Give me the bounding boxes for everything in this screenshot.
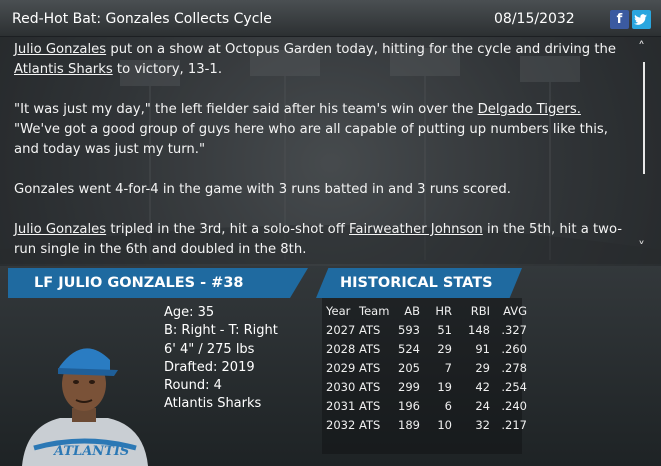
column-header: Year: [326, 303, 351, 318]
opponent-team-link[interactable]: Delgado Tigers.: [478, 102, 581, 117]
article-date: 08/15/2032: [494, 11, 575, 27]
player-drafted: Drafted: 2019: [164, 359, 255, 375]
cell-hr: 10: [437, 417, 452, 432]
facebook-share-icon[interactable]: f: [610, 10, 629, 29]
scrollbar-thumb[interactable]: [643, 62, 645, 174]
cell-year: 2031: [326, 398, 356, 413]
cell-year: 2029: [326, 360, 356, 375]
cell-avg: .217: [501, 417, 527, 432]
player-bats-throws: B: Right - T: Right: [164, 323, 278, 339]
pitcher-link[interactable]: Fairweather Johnson: [349, 222, 483, 237]
cell-year: 2030: [326, 379, 356, 394]
cell-avg: .278: [501, 360, 527, 375]
cell-ab: 205: [398, 360, 420, 375]
cell-team: ATS: [359, 379, 381, 394]
cell-ab: 189: [398, 417, 420, 432]
article-title: Red-Hot Bat: Gonzales Collects Cycle: [12, 11, 272, 27]
cell-avg: .254: [501, 379, 527, 394]
article-paragraph-1: Julio Gonzales put on a show at Octopus …: [14, 42, 616, 77]
table-row: 2027 ATS 593 51 148 .327: [326, 320, 527, 339]
player-avatar: ATLANTIS: [22, 348, 148, 466]
cell-team: ATS: [359, 341, 381, 356]
cell-rbi: 29: [475, 360, 490, 375]
table-row: 2030 ATS 299 19 42 .254: [326, 377, 527, 396]
player-age: Age: 35: [164, 305, 215, 320]
cell-year: 2027: [326, 322, 356, 337]
cell-hr: 19: [437, 379, 452, 394]
cell-team: ATS: [359, 322, 381, 337]
cell-avg: .260: [501, 341, 527, 356]
column-header: HR: [435, 303, 452, 318]
cell-avg: .327: [501, 322, 527, 337]
cell-hr: 51: [437, 322, 452, 337]
cell-ab: 196: [398, 398, 420, 413]
article-paragraph-4: Julio Gonzales tripled in the 3rd, hit a…: [14, 222, 623, 257]
column-header: AB: [404, 303, 420, 318]
player-banner: LF JULIO GONZALES - #38: [8, 268, 308, 298]
column-header: Team: [359, 303, 390, 318]
scroll-down-icon[interactable]: ˅: [638, 240, 645, 256]
cell-avg: .240: [501, 398, 527, 413]
twitter-bird-icon: [634, 14, 647, 25]
table-row: 2028 ATS 524 29 91 .260: [326, 339, 527, 358]
cell-hr: 6: [444, 398, 452, 413]
article-body: Julio Gonzales put on a show at Octopus …: [0, 36, 661, 264]
player-bio: Age: 35 B: Right - T: Right 6' 4" / 275 …: [164, 304, 278, 414]
table-header-row: Year Team AB HR RBI AVG: [326, 301, 527, 320]
scroll-up-icon[interactable]: ˄: [638, 40, 645, 56]
cell-team: ATS: [359, 360, 381, 375]
cell-ab: 593: [398, 322, 420, 337]
svg-text:ATLANTIS: ATLANTIS: [52, 444, 129, 459]
column-header: RBI: [470, 303, 490, 318]
article-paragraph-2: "It was just my day," the left fielder s…: [14, 102, 608, 157]
cell-rbi: 148: [468, 322, 490, 337]
player-link[interactable]: Julio Gonzales: [14, 42, 106, 57]
table-row: 2032 ATS 189 10 32 .217: [326, 415, 527, 434]
cell-team: ATS: [359, 417, 381, 432]
cell-year: 2028: [326, 341, 356, 356]
cell-rbi: 91: [475, 341, 490, 356]
player-link[interactable]: Julio Gonzales: [14, 222, 106, 237]
cell-ab: 299: [398, 379, 420, 394]
player-team: Atlantis Sharks: [164, 396, 262, 412]
team-link[interactable]: Atlantis Sharks: [14, 62, 113, 77]
player-height-weight: 6' 4" / 275 lbs: [164, 341, 255, 357]
cell-year: 2032: [326, 417, 356, 432]
table-row: 2031 ATS 196 6 24 .240: [326, 396, 527, 415]
cell-rbi: 42: [475, 379, 490, 394]
cell-hr: 29: [437, 341, 452, 356]
historical-stats-table: Year Team AB HR RBI AVG 2027 ATS 593 51 …: [326, 301, 527, 434]
cell-team: ATS: [359, 398, 381, 413]
historical-stats-banner: HISTORICAL STATS: [316, 268, 522, 298]
cell-hr: 7: [444, 360, 452, 375]
cell-ab: 524: [398, 341, 420, 356]
cell-rbi: 24: [475, 398, 490, 413]
article-paragraph-3: Gonzales went 4-for-4 in the game with 3…: [14, 182, 511, 197]
article-header: Red-Hot Bat: Gonzales Collects Cycle 08/…: [0, 0, 661, 37]
twitter-share-icon[interactable]: [632, 10, 651, 29]
player-draft-round: Round: 4: [164, 378, 222, 394]
cell-rbi: 32: [475, 417, 490, 432]
table-row: 2029 ATS 205 7 29 .278: [326, 358, 527, 377]
column-header: AVG: [503, 303, 527, 318]
